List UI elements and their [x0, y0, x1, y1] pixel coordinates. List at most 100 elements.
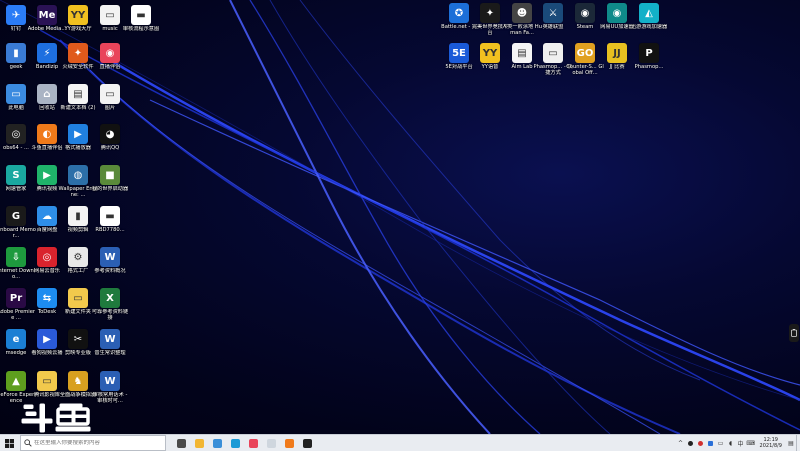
- notification-icon[interactable]: ▤: [786, 435, 796, 451]
- tray-keyboard-icon[interactable]: ⌨: [746, 435, 756, 451]
- review-flowchart-file[interactable]: ▬ 审核流程示意图: [123, 5, 159, 32]
- taskbar-notepad[interactable]: [262, 435, 280, 451]
- tencent-qq-shortcut[interactable]: ◕ 腾讯QQ: [92, 124, 128, 151]
- search-box[interactable]: [20, 435, 166, 451]
- desktop-icon-label: 审核流程示意图: [122, 26, 160, 32]
- tray-chevron-up-icon[interactable]: ^: [676, 435, 686, 451]
- onboard-memory-shortcut-icon: G: [6, 206, 26, 226]
- taskbar-task-view-icon: [176, 438, 186, 448]
- format-player-shortcut-icon: ▶: [68, 124, 88, 144]
- desktop-icon-label: Phasmop...: [634, 64, 664, 70]
- taskbar-live-companion-icon: [248, 438, 258, 448]
- netease-music-shortcut-icon: ◎: [37, 247, 57, 267]
- music-folder-icon: ▭: [100, 5, 120, 25]
- phasmophobia-shortcut-file-icon: ▭: [543, 43, 563, 63]
- taskbar-edge[interactable]: [226, 435, 244, 451]
- floating-window-handle[interactable]: [789, 324, 799, 342]
- search-icon: [24, 439, 32, 447]
- taskbar-notepad-icon: [266, 438, 276, 448]
- rbd7780-file[interactable]: ▬ RBD7780...: [92, 206, 128, 233]
- huorong-shortcut-icon: ✦: [68, 43, 88, 63]
- tray-volume-icon[interactable]: ◖: [726, 435, 736, 451]
- taskbar-douyu-icon: [284, 438, 294, 448]
- tencent-video-shortcut-icon: ▶: [37, 165, 57, 185]
- reference-links-xlsx-icon: X: [100, 288, 120, 308]
- wallpaper-engine-shortcut-icon: ◍: [68, 165, 88, 185]
- video-editing-file-icon: ▮: [68, 206, 88, 226]
- review-scripts-doc-file[interactable]: W 审核常用话术 - 审核时可...: [92, 371, 128, 404]
- xunyou-accelerator-shortcut-icon: ◭: [639, 3, 659, 23]
- taskbar-obs-icon: [302, 438, 312, 448]
- start-button[interactable]: [0, 435, 18, 451]
- rbd7780-file-icon: ▬: [100, 206, 120, 226]
- tray-record-icon[interactable]: [686, 435, 696, 451]
- msedge-shortcut-icon: e: [6, 329, 26, 349]
- tencent-qq-shortcut-icon: ◕: [100, 124, 120, 144]
- baidu-netdisk-shortcut-icon: ☁: [37, 206, 57, 226]
- bandizip-shortcut-icon: ⚡: [37, 43, 57, 63]
- phasmophobia-shortcut[interactable]: P Phasmop...: [631, 43, 667, 70]
- taskbar-file-explorer[interactable]: [190, 435, 208, 451]
- review-scripts-doc-file-icon: W: [100, 371, 120, 391]
- taskbar-douyu[interactable]: [280, 435, 298, 451]
- tray-app-red-icon[interactable]: [696, 435, 706, 451]
- desktop-icon-label: 腾讯QQ: [100, 145, 120, 151]
- taskbar-app-screen-icon: [212, 438, 222, 448]
- taskbar-obs[interactable]: [298, 435, 316, 451]
- video-cloud-player-shortcut-icon: ▶: [37, 329, 57, 349]
- internet-download-manager-shortcut-icon: ⇩: [6, 247, 26, 267]
- jj-competition-shortcut-icon: JJ: [607, 43, 627, 63]
- reference-links-xlsx[interactable]: X 可靠参考资料链接: [92, 288, 128, 321]
- new-text-file-2-icon: ▤: [68, 84, 88, 104]
- taskbar-clock[interactable]: 12:19 2021/8/9: [756, 437, 786, 449]
- search-input[interactable]: [32, 440, 161, 446]
- league-of-legends-shortcut-icon: ⚔: [543, 3, 563, 23]
- tray-network-icon[interactable]: ▭: [716, 435, 726, 451]
- xunyou-accelerator-shortcut[interactable]: ◭ 迅游游戏加速器: [631, 3, 667, 30]
- desktop[interactable]: ✈ 钉钉 Me Adobe Media... YY YY游戏大厅 ▭ music ▬ 审核流程示意…: [0, 0, 800, 434]
- format-factory-shortcut-icon: ⚙: [68, 247, 88, 267]
- battery-icon: [791, 329, 797, 337]
- recycle-bin-icon-icon: ⌂: [37, 84, 57, 104]
- geforce-experience-shortcut-icon: ▲: [6, 371, 26, 391]
- steam-shortcut-icon: ◉: [575, 3, 595, 23]
- desktop-icon-label: 参考资料概况: [94, 268, 126, 274]
- jianying-pro-shortcut-icon: ✂: [68, 329, 88, 349]
- minecraft-launcher-shortcut-icon: ■: [100, 165, 120, 185]
- aim-lab-shortcut-icon: ▤: [512, 43, 532, 63]
- pictures-folder-icon: ▭: [100, 84, 120, 104]
- csgo-shortcut[interactable]: GO Counter-S... Global Off...: [566, 43, 604, 76]
- minecraft-launcher-shortcut[interactable]: ■ 我的世界启动器: [92, 165, 128, 192]
- desktop-icon-label: 我的世界启动器: [91, 186, 129, 192]
- notes-doc-file-icon: W: [100, 329, 120, 349]
- douyu-watermark-logo: [21, 403, 91, 433]
- show-desktop-button[interactable]: [796, 435, 800, 451]
- taskbar-task-view[interactable]: [172, 435, 190, 451]
- taskbar: ^ ▭ ◖ 中 ⌨ 12:19 2021/8/9 ▤: [0, 434, 800, 451]
- reference-doc-file[interactable]: W 参考资料概况: [92, 247, 128, 274]
- todesk-shortcut-icon: ⇆: [37, 288, 57, 308]
- desktop-icon-label: 审核常用话术 - 审核时可...: [92, 392, 128, 404]
- system-tray: ^ ▭ ◖ 中 ⌨ 12:19 2021/8/9 ▤: [676, 435, 800, 451]
- perfect-world-arena-shortcut-icon: ✦: [480, 3, 500, 23]
- desktop-icon-label: 图片: [104, 105, 116, 111]
- tray-ime-icon[interactable]: 中: [736, 435, 746, 451]
- yy-voice-shortcut-icon: YY: [480, 43, 500, 63]
- taskbar-app-screen[interactable]: [208, 435, 226, 451]
- pictures-folder[interactable]: ▭ 图片: [92, 84, 128, 111]
- adobe-media-encoder-shortcut-icon: Me: [37, 5, 57, 25]
- wallpaper-engine-shortcut[interactable]: ◍ Wallpaper Engine: ...: [59, 165, 97, 198]
- notes-doc-file[interactable]: W 音生常识整理: [92, 329, 128, 356]
- desktop-icon-label: RBD7780...: [95, 227, 125, 233]
- desktop-icon-label: 直播伴侣: [99, 64, 121, 70]
- clock-date: 2021/8/9: [759, 443, 782, 449]
- netease-uu-accelerator-shortcut-icon: ◉: [607, 3, 627, 23]
- yy-game-hall-shortcut-icon: YY: [68, 5, 88, 25]
- tray-app-blue-icon[interactable]: [706, 435, 716, 451]
- reference-doc-file-icon: W: [100, 247, 120, 267]
- desktop-icon-label: 可靠参考资料链接: [91, 309, 129, 321]
- taskbar-file-explorer-icon: [194, 438, 204, 448]
- taskbar-live-companion[interactable]: [244, 435, 262, 451]
- live-companion-shortcut[interactable]: ◉ 直播伴侣: [92, 43, 128, 70]
- tencent-video-library-folder-icon: ▭: [37, 371, 57, 391]
